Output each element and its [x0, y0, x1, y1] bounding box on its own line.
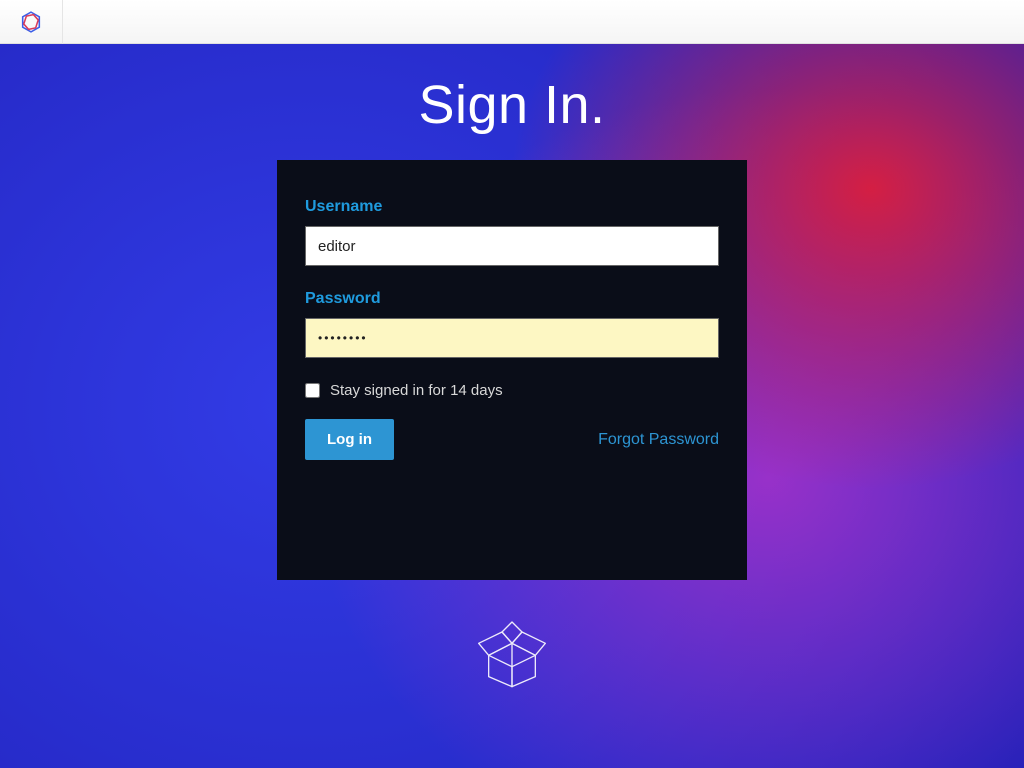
stay-signed-in-label: Stay signed in for 14 days: [330, 382, 503, 399]
username-input[interactable]: [305, 226, 719, 266]
password-label: Password: [305, 290, 719, 308]
action-row: Log in Forgot Password: [305, 419, 719, 460]
login-button[interactable]: Log in: [305, 419, 394, 460]
main-background: Sign In. Username Password Stay signed i…: [0, 44, 1024, 768]
box-logo-icon: [472, 610, 552, 690]
password-input[interactable]: [305, 318, 719, 358]
topbar-divider: [62, 0, 63, 44]
stay-signed-in-row: Stay signed in for 14 days: [305, 382, 719, 399]
topbar: [0, 0, 1024, 44]
login-panel: Username Password Stay signed in for 14 …: [277, 160, 747, 580]
password-group: Password: [305, 290, 719, 358]
username-label: Username: [305, 198, 719, 216]
app-logo-icon[interactable]: [18, 9, 44, 35]
page-title: Sign In.: [418, 74, 605, 136]
forgot-password-link[interactable]: Forgot Password: [598, 431, 719, 449]
stay-signed-in-checkbox[interactable]: [305, 383, 320, 398]
username-group: Username: [305, 198, 719, 266]
